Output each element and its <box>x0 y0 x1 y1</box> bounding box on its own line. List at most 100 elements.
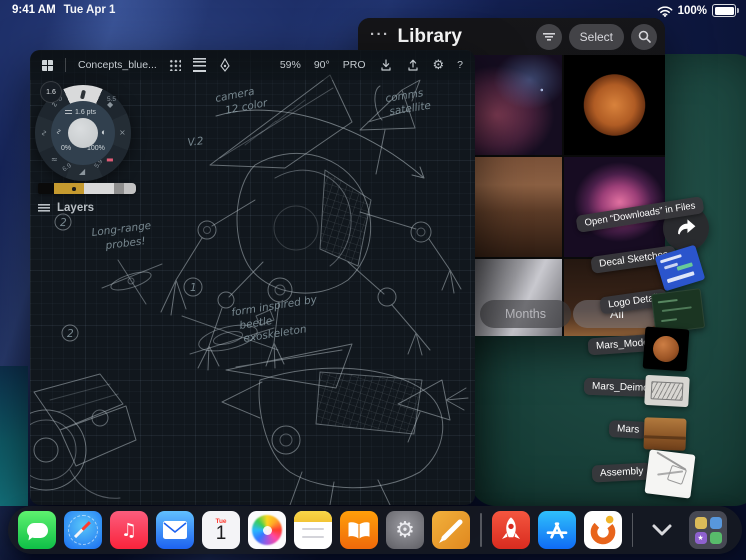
photo-horsehead-nebula[interactable] <box>461 55 562 155</box>
swatch-light-gray[interactable] <box>84 183 114 194</box>
dock-app-safari[interactable] <box>64 511 102 549</box>
drag-thumb-mars[interactable] <box>643 417 687 451</box>
swatch-gold[interactable] <box>54 183 84 194</box>
app-library-grid-icon: ★ <box>694 516 722 544</box>
tool-soft-pencil-icon[interactable]: ∿ <box>39 130 48 137</box>
dock-divider <box>480 513 482 547</box>
drag-thumb-mars-model[interactable] <box>642 326 690 372</box>
drawing-title[interactable]: Concepts_blue... <box>78 59 157 71</box>
dock-app-messages[interactable] <box>18 511 56 549</box>
wifi-icon <box>657 5 673 17</box>
tool-wheel[interactable]: ◆ × ▬ ◢ ≈ ∿ ∿ 7.0 5.5 6.9 5.9 1.6 pts ∿ … <box>35 81 131 181</box>
search-icon <box>638 30 651 43</box>
tool-pencil-icon[interactable]: × <box>119 129 126 137</box>
concepts-swirl-icon <box>590 515 615 545</box>
rotation-value[interactable]: 90° <box>314 59 330 71</box>
battery-percent: 100% <box>677 4 707 17</box>
smoothing-icon: ∿ <box>54 128 62 135</box>
concepts-toolbar: Concepts_blue... 59% 90° PRO ⚙ ? <box>30 50 475 80</box>
notes-header-band <box>294 511 332 522</box>
wallpaper-teal-edge <box>0 366 28 506</box>
dock-app-app-store[interactable] <box>537 511 576 549</box>
calendar-day: 1 <box>215 523 227 545</box>
layers-label: Layers <box>57 202 95 214</box>
tool-wheel-center[interactable] <box>68 118 98 148</box>
dock-app-library[interactable]: ★ <box>689 511 727 549</box>
concepts-window: camera 12 color comms satellite V.2 Long… <box>30 50 475 505</box>
swatch-selection-dot <box>72 187 76 191</box>
tool-value: 5.5 <box>107 96 117 103</box>
swatch-mid-gray[interactable] <box>114 183 124 194</box>
filter-button[interactable] <box>535 23 562 50</box>
battery-icon <box>712 4 739 17</box>
drag-thumb-mars-deimos[interactable] <box>644 374 690 408</box>
status-date: Tue Apr 1 <box>63 4 116 16</box>
forward-arrow-icon <box>678 219 696 235</box>
swatch-gray[interactable] <box>124 183 136 194</box>
books-icon <box>348 522 370 539</box>
note-version: V.2 <box>187 135 205 149</box>
ipad-screen: ··· Library Select Months All camera 12 … <box>0 0 746 560</box>
import-icon[interactable] <box>379 58 393 72</box>
help-button[interactable]: ? <box>457 59 463 71</box>
gallery-icon[interactable] <box>42 59 53 71</box>
search-button[interactable] <box>631 23 657 50</box>
layers-view-icon[interactable] <box>192 58 206 72</box>
library-title: Library <box>397 25 462 47</box>
zoom-level[interactable]: 59% <box>280 59 301 71</box>
pro-badge[interactable]: PRO <box>343 59 366 71</box>
color-swatch-bar[interactable] <box>38 183 136 194</box>
tool-eraser-icon[interactable]: ▬ <box>106 156 114 164</box>
dock-app-photos[interactable] <box>248 511 286 549</box>
dock-app-calendar[interactable]: Tue 1 <box>202 511 240 549</box>
status-time: 9:41 AM <box>12 4 56 16</box>
select-button[interactable]: Select <box>568 23 624 50</box>
drag-label-mars[interactable]: Mars <box>608 420 648 439</box>
pen-nib-icon[interactable] <box>218 58 232 72</box>
dock-app-mail[interactable] <box>156 511 194 549</box>
dock-collapse-chevron[interactable] <box>643 511 681 549</box>
stroke-size-value: 1.6 pts <box>75 109 97 116</box>
status-bar: 9:41 AM Tue Apr 1 100% <box>0 0 746 20</box>
photo-mars-planet[interactable] <box>564 55 665 155</box>
segment-months[interactable]: Months <box>480 300 571 328</box>
chevron-down-icon <box>652 524 672 536</box>
dock-app-notes[interactable] <box>294 511 332 549</box>
drag-thumb-assembly[interactable] <box>644 449 696 499</box>
layers-panel-toggle[interactable]: Layers <box>38 202 94 214</box>
export-icon[interactable] <box>406 58 420 72</box>
settings-gear-glyph: ⚙ <box>395 517 415 543</box>
dock-app-music[interactable]: ♫ <box>110 511 148 549</box>
opacity-icon: ◐ <box>101 127 107 137</box>
opacity-min-label: 0% <box>61 145 72 152</box>
tool-wheel-inner[interactable]: 1.6 pts ∿ ◐ 0% 100% <box>51 101 115 165</box>
music-note-icon: ♫ <box>120 519 138 541</box>
tool-airbrush-icon[interactable]: ≈ <box>51 156 58 164</box>
size-badge: 1.6 <box>40 81 62 103</box>
mail-envelope-icon <box>163 521 187 539</box>
note-probes-2: probes! <box>104 235 146 252</box>
drag-label-assembly[interactable]: Assembly <box>591 462 652 483</box>
layers-menu-icon <box>38 204 50 212</box>
dock-divider <box>631 513 633 547</box>
tool-marker-icon[interactable]: ◢ <box>79 168 85 176</box>
marker-1: 1 <box>190 282 197 294</box>
pen-icon <box>439 519 463 543</box>
dock-app-concepts[interactable] <box>583 511 622 549</box>
filter-icon <box>542 32 555 41</box>
note-beetle-1: form inspired by <box>231 293 319 318</box>
settings-gear-icon[interactable]: ⚙ <box>433 59 445 72</box>
photo-mars-hills[interactable] <box>461 157 562 257</box>
dock: ♫ Tue 1 ⚙ ★ <box>8 506 742 554</box>
window-controls-button[interactable]: ··· <box>370 26 390 43</box>
dock-app-settings[interactable]: ⚙ <box>386 511 424 549</box>
marker-2b: 2 <box>67 328 74 340</box>
dock-app-rocket[interactable] <box>491 511 530 549</box>
dock-app-sketch-pen[interactable] <box>432 511 470 549</box>
stroke-lines-icon <box>65 110 72 115</box>
marker-2a: 2 <box>60 217 67 229</box>
dock-app-books[interactable] <box>340 511 378 549</box>
messages-bubble-icon <box>26 522 48 538</box>
swatch-black[interactable] <box>38 183 54 194</box>
grid-menu-icon[interactable] <box>168 59 181 71</box>
